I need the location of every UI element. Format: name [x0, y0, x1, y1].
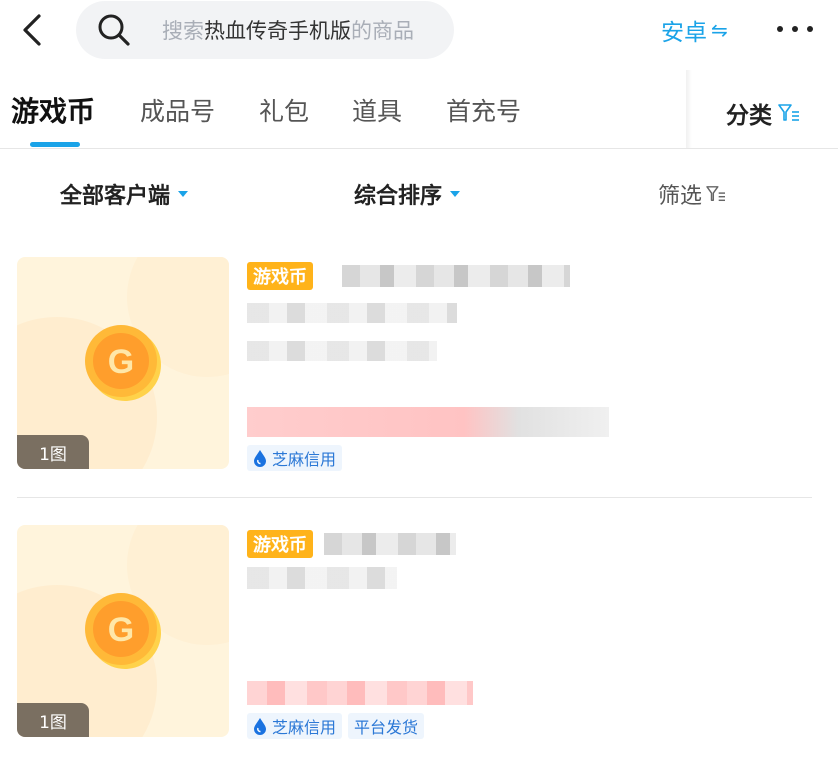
- caret-down-icon: [450, 191, 461, 197]
- credit-tag-label: 芝麻信用: [272, 718, 337, 737]
- client-filter-dropdown[interactable]: 全部客户端: [60, 178, 189, 210]
- platform-label: 安卓: [661, 20, 707, 46]
- sort-label: 综合排序: [354, 184, 443, 209]
- svg-text:G: G: [108, 343, 134, 381]
- credit-tag: 芝麻信用: [247, 445, 343, 471]
- list-divider: [17, 497, 812, 498]
- search-icon: [96, 12, 132, 48]
- screen-filter-button[interactable]: 筛选: [658, 178, 726, 210]
- blurred-description: [247, 567, 397, 589]
- blurred-price: [247, 681, 473, 705]
- screen-filter-label: 筛选: [658, 184, 703, 209]
- service-tags: 芝麻信用 平台发货: [247, 713, 425, 739]
- search-suffix: 的商品: [351, 19, 414, 43]
- category-label: 分类: [726, 103, 772, 129]
- back-button[interactable]: [14, 10, 50, 50]
- search-prefix: 搜索: [162, 19, 204, 43]
- blurred-description: [247, 341, 437, 361]
- active-tab-indicator: [30, 142, 80, 147]
- tabs-scroll-shadow: [686, 70, 692, 148]
- client-filter-label: 全部客户端: [60, 184, 171, 209]
- search-placeholder: 搜索热血传奇手机版的商品: [162, 15, 414, 45]
- image-count-badge: 1图: [17, 703, 89, 737]
- more-icon[interactable]: [774, 14, 816, 44]
- service-tags: 芝麻信用: [247, 445, 343, 471]
- credit-tag: 芝麻信用: [247, 713, 343, 739]
- caret-down-icon: [178, 191, 189, 197]
- product-thumbnail: G 1图: [17, 525, 229, 737]
- tab-finished-account[interactable]: 成品号: [140, 92, 215, 128]
- blurred-title: [324, 533, 456, 555]
- tab-items[interactable]: 道具: [352, 92, 402, 128]
- blurred-description: [247, 303, 457, 323]
- tab-game-currency[interactable]: 游戏币: [11, 90, 95, 130]
- tab-gift-pack[interactable]: 礼包: [259, 92, 309, 128]
- platform-shipping-tag: 平台发货: [348, 713, 425, 739]
- credit-tag-label: 芝麻信用: [272, 450, 337, 469]
- coin-icon: G: [85, 325, 161, 401]
- coin-icon: G: [85, 593, 161, 669]
- filter-icon: [778, 104, 799, 121]
- platform-switch-button[interactable]: 安卓 ⇋: [661, 12, 728, 48]
- tab-first-charge-account[interactable]: 首充号: [446, 92, 521, 128]
- svg-text:G: G: [108, 611, 134, 649]
- back-arrow-icon: [23, 14, 41, 46]
- search-input[interactable]: 搜索热血传奇手机版的商品: [76, 1, 454, 59]
- category-button[interactable]: 分类: [726, 96, 800, 130]
- blurred-title: [342, 265, 570, 287]
- filter-bar: 全部客户端 综合排序 筛选: [0, 160, 838, 230]
- filter-icon: [706, 186, 726, 202]
- water-drop-icon: [254, 718, 266, 735]
- swap-icon: ⇋: [711, 18, 728, 42]
- water-drop-icon: [254, 450, 266, 467]
- category-tabs: 游戏币 成品号 礼包 道具 首充号 分类: [0, 70, 838, 150]
- list-item[interactable]: G 1图 游戏币 芝麻信用: [17, 257, 812, 471]
- sort-dropdown[interactable]: 综合排序: [354, 178, 461, 210]
- image-count-badge: 1图: [17, 435, 89, 469]
- type-tag: 游戏币: [247, 262, 313, 290]
- type-tag: 游戏币: [247, 530, 313, 558]
- blurred-price: [247, 407, 609, 437]
- top-bar: 搜索热血传奇手机版的商品 安卓 ⇋: [0, 0, 838, 60]
- list-item[interactable]: G 1图 游戏币 芝麻信用 平台发货: [17, 525, 812, 739]
- product-thumbnail: G 1图: [17, 257, 229, 469]
- search-keyword: 热血传奇手机版: [204, 19, 351, 43]
- tabs-divider: [0, 148, 838, 149]
